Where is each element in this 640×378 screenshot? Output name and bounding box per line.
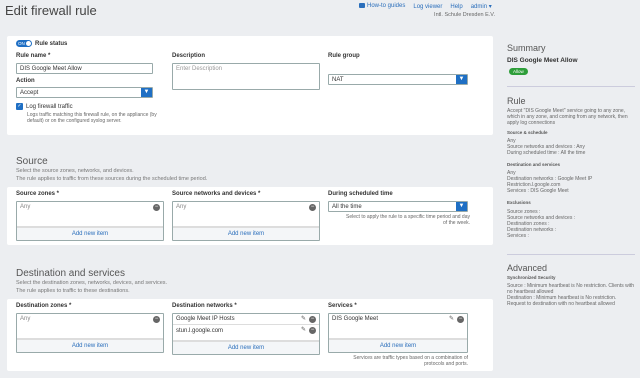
action-select[interactable]: Accept ▼ [16,87,153,98]
services-list: DIS Google Meet ✎ − Add new item [328,313,468,353]
destination-card: Destination zones * Any − Add new item De… [7,299,493,371]
summary-exclusions-heading: Exclusions [507,200,531,205]
remove-icon[interactable]: − [153,316,160,323]
add-destination-network-button[interactable]: Add new item [173,341,319,354]
log-traffic-checkbox[interactable]: ✓ [16,103,23,110]
howto-link[interactable]: How-to guides [359,3,405,10]
destination-networks-list: Google Meet IP Hosts ✎ − stun.l.google.com… [172,313,320,355]
log-traffic-hint: Logs traffic matching this firewall rule… [27,112,157,124]
remove-icon[interactable]: − [457,316,464,323]
add-destination-zone-button[interactable]: Add new item [17,339,163,352]
list-item: stun.l.google.com ✎ − [173,325,319,341]
chevron-down-icon: ▼ [456,202,467,211]
destination-zones-list: Any − Add new item [16,313,164,353]
log-traffic-row: ✓ Log firewall traffic [16,103,73,110]
list-item: Any − [17,202,163,227]
list-item: Any − [173,202,319,227]
schedule-select[interactable]: All the time ▼ [328,201,468,212]
destination-desc: Select the destination zones, networks, … [16,280,168,286]
list-item: Google Meet IP Hosts ✎ − [173,314,319,325]
summary-heading: Summary [507,43,546,53]
summary-source-lines: Any Source networks and devices : Any Du… [507,138,586,156]
description-label: Description [172,53,206,59]
summary-advanced-heading: Advanced [507,263,548,273]
destination-zones-label: Destination zones * [16,303,72,309]
edit-icon[interactable]: ✎ [300,316,307,323]
rule-name-input[interactable]: DIS Google Meet Allow [16,63,153,74]
source-heading: Source [16,156,48,167]
rule-card: ON Rule status Rule name * DIS Google Me… [7,36,493,135]
remove-icon[interactable]: − [309,327,316,334]
remove-icon[interactable]: − [309,316,316,323]
list-item: Any − [17,314,163,339]
destination-desc-2: The rule applies to traffic to these des… [16,288,130,294]
summary-destination-heading: Destination and services [507,162,561,167]
schedule-hint: Select to apply the rule to a specific t… [346,214,470,226]
source-card: Source zones * Any − Add new item Source … [7,187,493,245]
help-link[interactable]: Help [450,4,462,10]
summary-rule-name: DIS Google Meet Allow [507,57,578,64]
source-zones-label: Source zones * [16,191,60,197]
chevron-down-icon: ▼ [141,88,152,97]
source-desc: Select the source zones, networks, and d… [16,168,134,174]
destination-heading: Destination and services [16,268,125,279]
summary-sidebar: Summary DIS Google Meet Allow Allow Rule… [496,36,640,378]
services-hint: Services are traffic types based on a co… [353,355,468,367]
schedule-label: During scheduled time [328,191,393,197]
edit-icon[interactable]: ✎ [448,316,455,323]
add-source-network-button[interactable]: Add new item [173,227,319,240]
services-label: Services * [328,303,357,309]
add-source-zone-button[interactable]: Add new item [17,227,163,240]
organization-name: Intl. Schule Dresden E.V. [434,12,495,18]
destination-networks-label: Destination networks * [172,303,237,309]
edit-icon[interactable]: ✎ [300,327,307,334]
remove-icon[interactable]: − [153,204,160,211]
summary-exclusion-lines: Source zones : Source networks and devic… [507,209,576,239]
chevron-down-icon: ▼ [456,75,467,84]
rule-name-label: Rule name * [16,53,51,59]
rule-group-select[interactable]: NAT ▼ [328,74,468,85]
page-title: Edit firewall rule [5,3,97,18]
list-item: DIS Google Meet ✎ − [329,314,467,339]
rule-group-label: Rule group [328,53,360,59]
log-viewer-link[interactable]: Log viewer [413,4,442,10]
action-label: Action [16,78,35,84]
description-input[interactable]: Enter Description [172,63,320,90]
source-networks-list: Any − Add new item [172,201,320,241]
summary-sync-lines: Source : Minimum heartbeat is No restric… [507,283,634,307]
source-zones-list: Any − Add new item [16,201,164,241]
remove-icon[interactable]: − [309,204,316,211]
source-networks-label: Source networks and devices * [172,191,261,197]
summary-source-heading: Source & schedule [507,130,548,135]
rule-status-toggle[interactable]: ON [16,40,32,47]
summary-rule-text: Accept "DIS Google Meet" service going t… [507,108,628,126]
top-nav: How-to guides Log viewer Help admin ▾ [359,3,492,10]
admin-menu[interactable]: admin ▾ [471,3,492,10]
summary-sync-heading: Synchronized Security [507,275,556,280]
source-desc-2: The rule applies to traffic from these s… [16,176,208,182]
summary-rule-heading: Rule [507,96,526,106]
summary-destination-lines: Any Destination networks : Google Meet I… [507,170,593,194]
add-service-button[interactable]: Add new item [329,339,467,352]
video-icon [359,3,365,9]
status-badge: Allow [509,68,528,75]
rule-status: ON Rule status [16,40,68,47]
